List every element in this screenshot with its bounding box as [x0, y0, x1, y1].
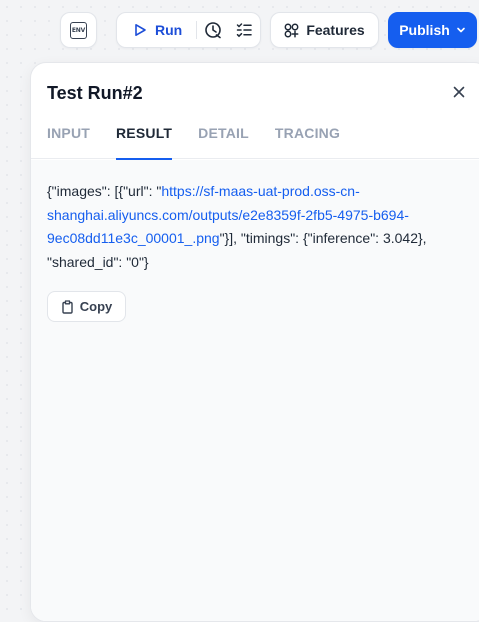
tab-input[interactable]: INPUT: [47, 121, 90, 159]
history-icon: [205, 22, 221, 39]
result-prefix: {"images": [{"url": ": [47, 183, 162, 199]
run-button[interactable]: Run: [117, 13, 196, 47]
top-toolbar: ENV Run Features Publish: [0, 12, 479, 48]
result-content: {"images": [{"url": "https://sf-maas-uat…: [31, 160, 479, 621]
copy-icon: [62, 299, 73, 314]
tab-bar: INPUT RESULT DETAIL TRACING: [31, 121, 479, 160]
tab-tracing[interactable]: TRACING: [275, 121, 340, 159]
test-run-panel: Test Run#2 INPUT RESULT DETAIL TRACING {…: [30, 62, 479, 622]
panel-title: Test Run#2: [47, 83, 143, 103]
env-button[interactable]: ENV: [60, 12, 97, 48]
run-label: Run: [155, 22, 183, 38]
env-icon: ENV: [70, 21, 87, 39]
tab-detail[interactable]: DETAIL: [198, 121, 249, 159]
copy-button[interactable]: Copy: [47, 291, 126, 322]
close-icon: [453, 86, 465, 98]
copy-label: Copy: [79, 299, 113, 314]
result-json: {"images": [{"url": "https://sf-maas-uat…: [47, 180, 459, 274]
features-label: Features: [306, 22, 365, 38]
checklist-button[interactable]: [229, 13, 260, 47]
features-icon: [284, 23, 299, 37]
panel-header: Test Run#2: [31, 63, 479, 121]
publish-label: Publish: [399, 22, 450, 38]
close-button[interactable]: [450, 83, 468, 101]
history-button[interactable]: [197, 13, 228, 47]
tab-result[interactable]: RESULT: [116, 121, 173, 160]
features-button[interactable]: Features: [270, 12, 379, 48]
run-button-group: Run: [116, 12, 261, 48]
publish-button[interactable]: Publish: [388, 12, 477, 48]
play-icon: [135, 24, 146, 36]
checklist-icon: [237, 23, 253, 38]
chevron-down-icon: [456, 27, 465, 33]
